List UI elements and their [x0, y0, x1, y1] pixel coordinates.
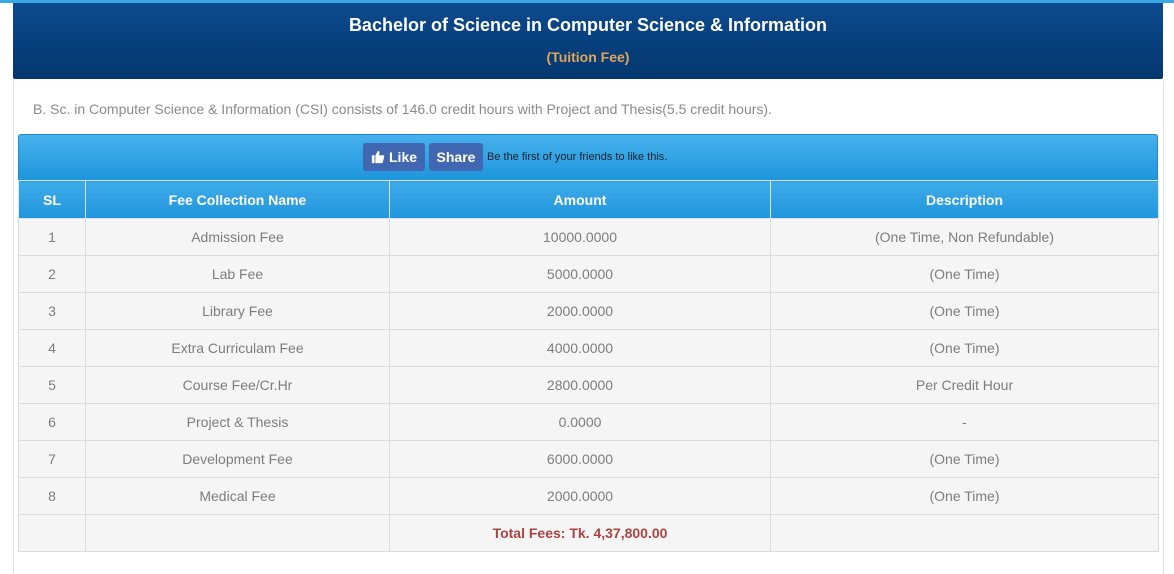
table-row: 2 Lab Fee 5000.0000 (One Time): [18, 255, 1159, 293]
cell-empty: [770, 514, 1159, 552]
cell-fee-name: Lab Fee: [85, 255, 390, 293]
facebook-like-button[interactable]: Like: [363, 143, 425, 171]
page-title: Bachelor of Science in Computer Science …: [348, 15, 828, 35]
cell-description: (One Time): [770, 440, 1159, 478]
cell-amount: 4000.0000: [389, 329, 771, 367]
cell-sl: 1: [18, 218, 86, 256]
cell-description: Per Credit Hour: [770, 366, 1159, 404]
cell-fee-name: Medical Fee: [85, 477, 390, 515]
page-header: Bachelor of Science in Computer Science …: [13, 3, 1163, 79]
table-row: 8 Medical Fee 2000.0000 (One Time): [18, 477, 1159, 515]
cell-amount: 2800.0000: [389, 366, 771, 404]
cell-fee-name: Extra Curriculam Fee: [85, 329, 390, 367]
table-row: 1 Admission Fee 10000.0000 (One Time, No…: [18, 218, 1159, 256]
total-row: Total Fees: Tk. 4,37,800.00: [18, 514, 1159, 552]
program-description: B. Sc. in Computer Science & Information…: [33, 101, 772, 117]
cell-amount: 5000.0000: [389, 255, 771, 293]
column-header-amount: Amount: [389, 180, 771, 219]
cell-amount: 0.0000: [389, 403, 771, 441]
fee-table: SL Fee Collection Name Amount Descriptio…: [18, 180, 1159, 552]
cell-description: -: [770, 403, 1159, 441]
table-row: 6 Project & Thesis 0.0000 -: [18, 403, 1159, 441]
cell-description: (One Time): [770, 292, 1159, 330]
facebook-share-button[interactable]: Share: [429, 143, 483, 171]
column-header-sl: SL: [18, 180, 86, 219]
cell-sl: 8: [18, 477, 86, 515]
table-row: 5 Course Fee/Cr.Hr 2800.0000 Per Credit …: [18, 366, 1159, 404]
cell-description: (One Time, Non Refundable): [770, 218, 1159, 256]
cell-sl: 2: [18, 255, 86, 293]
cell-fee-name: Library Fee: [85, 292, 390, 330]
cell-fee-name: Development Fee: [85, 440, 390, 478]
cell-sl: 4: [18, 329, 86, 367]
total-fees: Total Fees: Tk. 4,37,800.00: [389, 514, 771, 552]
table-row: 3 Library Fee 2000.0000 (One Time): [18, 292, 1159, 330]
like-label: Like: [389, 149, 418, 165]
page-subtitle: (Tuition Fee): [546, 49, 630, 65]
cell-description: (One Time): [770, 477, 1159, 515]
cell-empty: [85, 514, 390, 552]
facebook-bar: Like Share Be the first of your friends …: [18, 134, 1158, 181]
cell-description: (One Time): [770, 329, 1159, 367]
thumbs-up-icon: [371, 150, 385, 164]
cell-description: (One Time): [770, 255, 1159, 293]
cell-sl: 5: [18, 366, 86, 404]
cell-amount: 2000.0000: [389, 292, 771, 330]
cell-sl: 6: [18, 403, 86, 441]
cell-amount: 2000.0000: [389, 477, 771, 515]
cell-fee-name: Project & Thesis: [85, 403, 390, 441]
column-header-fee-name: Fee Collection Name: [85, 180, 390, 219]
cell-amount: 10000.0000: [389, 218, 771, 256]
cell-sl: 7: [18, 440, 86, 478]
table-header-row: SL Fee Collection Name Amount Descriptio…: [18, 180, 1159, 219]
cell-sl: 3: [18, 292, 86, 330]
cell-fee-name: Course Fee/Cr.Hr: [85, 366, 390, 404]
column-header-description: Description: [770, 180, 1159, 219]
cell-empty: [18, 514, 86, 552]
table-row: 7 Development Fee 6000.0000 (One Time): [18, 440, 1159, 478]
cell-fee-name: Admission Fee: [85, 218, 390, 256]
table-row: 4 Extra Curriculam Fee 4000.0000 (One Ti…: [18, 329, 1159, 367]
facebook-social-text: Be the first of your friends to like thi…: [487, 151, 668, 163]
cell-amount: 6000.0000: [389, 440, 771, 478]
